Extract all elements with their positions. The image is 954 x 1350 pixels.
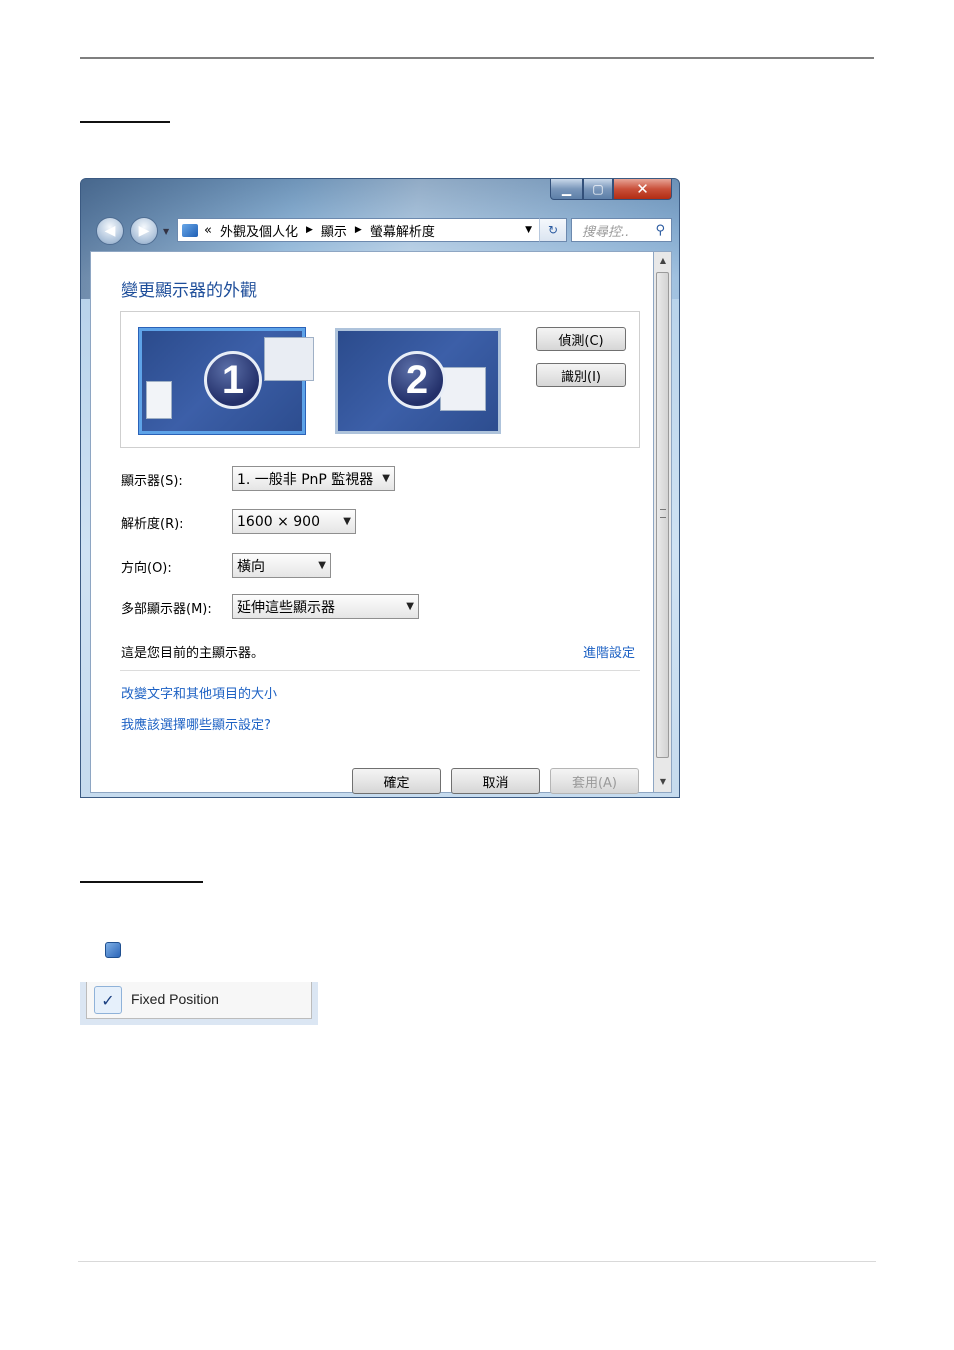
address-dropdown-icon[interactable]: ▼ [525, 225, 532, 235]
scroll-thumb[interactable] [656, 272, 669, 758]
context-menu-panel: ✓ Fixed Position [86, 982, 312, 1019]
breadcrumb-item-resolution[interactable]: 螢幕解析度 [370, 221, 435, 240]
forward-button[interactable]: ▶ [130, 217, 158, 245]
divider [120, 670, 640, 671]
monitor-2-tile[interactable]: 2 [335, 328, 501, 434]
identify-button[interactable]: 識別(I) [536, 363, 626, 387]
scroll-down-icon[interactable]: ▼ [657, 776, 669, 788]
primary-display-status: 這是您目前的主顯示器。 [121, 646, 265, 661]
multi-display-label: 多部顯示器(M): [121, 602, 212, 617]
resolution-label: 解析度(R): [121, 517, 184, 532]
display-value: 1. 一般非 PnP 監視器 [237, 471, 374, 488]
page-title: 變更顯示器的外觀 [121, 281, 257, 301]
chevron-down-icon: ▼ [343, 516, 351, 527]
orientation-label: 方向(O): [121, 561, 172, 576]
chevron-down-icon: ▼ [406, 601, 414, 612]
ok-button[interactable]: 確定 [352, 768, 441, 794]
search-input[interactable]: 搜尋控.. ⚲ [571, 218, 672, 242]
breadcrumb-item-appearance[interactable]: 外觀及個人化 [220, 221, 298, 240]
text-size-link[interactable]: 改變文字和其他項目的大小 [121, 683, 277, 702]
breadcrumb-separator-icon: ▶ [305, 225, 313, 235]
detect-button[interactable]: 偵測(C) [536, 327, 626, 351]
address-bar[interactable]: « 外觀及個人化 ▶ 顯示 ▶ 螢幕解析度 ▼ [177, 218, 565, 242]
document-thumbnail-icon [146, 381, 172, 419]
back-arrow-icon: ◀ [104, 223, 116, 239]
refresh-icon: ↻ [547, 223, 559, 237]
multi-display-select[interactable]: 延伸這些顯示器 ▼ [232, 594, 419, 619]
orientation-value: 橫向 [237, 558, 265, 575]
monitor-number-badge: 1 [204, 351, 262, 409]
checkmark-icon: ✓ [94, 986, 122, 1014]
orientation-select[interactable]: 橫向 ▼ [232, 553, 331, 578]
multi-display-value: 延伸這些顯示器 [237, 599, 335, 616]
minimize-button[interactable]: ▁ [550, 179, 583, 200]
resolution-value: 1600 × 900 [237, 513, 320, 530]
grip-icon [660, 509, 666, 518]
monitor-number-badge: 2 [388, 351, 446, 409]
search-placeholder: 搜尋控.. [582, 224, 630, 240]
fixed-position-menu-item[interactable]: Fixed Position [131, 991, 219, 1007]
breadcrumb-separator-icon: ▶ [354, 225, 362, 235]
monitor-arrangement: 1 2 偵測(C) 識別(I) [120, 311, 640, 448]
vertical-scrollbar[interactable]: ▲ ▼ [654, 251, 672, 793]
back-button[interactable]: ◀ [96, 217, 124, 245]
advanced-settings-link[interactable]: 進階設定 [583, 642, 635, 661]
chevron-down-icon: ▼ [382, 473, 390, 484]
display-settings-help-link[interactable]: 我應該選擇哪些顯示設定? [121, 714, 271, 733]
apply-button[interactable]: 套用(A) [550, 768, 639, 794]
scroll-up-icon[interactable]: ▲ [657, 255, 669, 267]
grid-thumbnail-icon [440, 367, 486, 411]
chevron-down-icon: ▼ [318, 560, 326, 571]
caption-buttons: ▁ ▢ ✕ [550, 179, 672, 201]
display-label: 顯示器(S): [121, 474, 183, 489]
window-thumbnail-icon [264, 337, 314, 381]
screen-resolution-window: ▁ ▢ ✕ ◀ ▶ ▼ « 外觀及個人化 ▶ 顯示 ▶ 螢幕解析度 ▼ ↻ 搜尋… [80, 178, 680, 798]
breadcrumb-item-display[interactable]: 顯示 [321, 221, 347, 240]
forward-arrow-icon: ▶ [138, 223, 150, 239]
context-menu: ✓ Fixed Position [80, 982, 318, 1025]
display-tray-icon[interactable] [105, 942, 121, 958]
refresh-button[interactable]: ↻ [539, 218, 567, 242]
content-pane: 變更顯示器的外觀 1 2 偵測(C) 識別(I) 顯示器(S): 1. 一般非 … [90, 251, 654, 794]
heading-underline-1 [80, 121, 170, 123]
breadcrumb-prefix: « [204, 222, 212, 238]
control-panel-icon [182, 223, 198, 237]
search-icon: ⚲ [655, 222, 665, 238]
footer-rule [78, 1261, 876, 1262]
close-button[interactable]: ✕ [613, 179, 672, 200]
heading-underline-2 [80, 881, 203, 883]
cancel-button[interactable]: 取消 [451, 768, 540, 794]
monitor-1-tile[interactable]: 1 [139, 328, 314, 434]
header-rule [80, 57, 874, 59]
recent-pages-icon[interactable]: ▼ [163, 227, 169, 236]
resolution-select[interactable]: 1600 × 900 ▼ [232, 509, 356, 534]
display-select[interactable]: 1. 一般非 PnP 監視器 ▼ [232, 466, 395, 491]
maximize-button[interactable]: ▢ [583, 179, 613, 200]
